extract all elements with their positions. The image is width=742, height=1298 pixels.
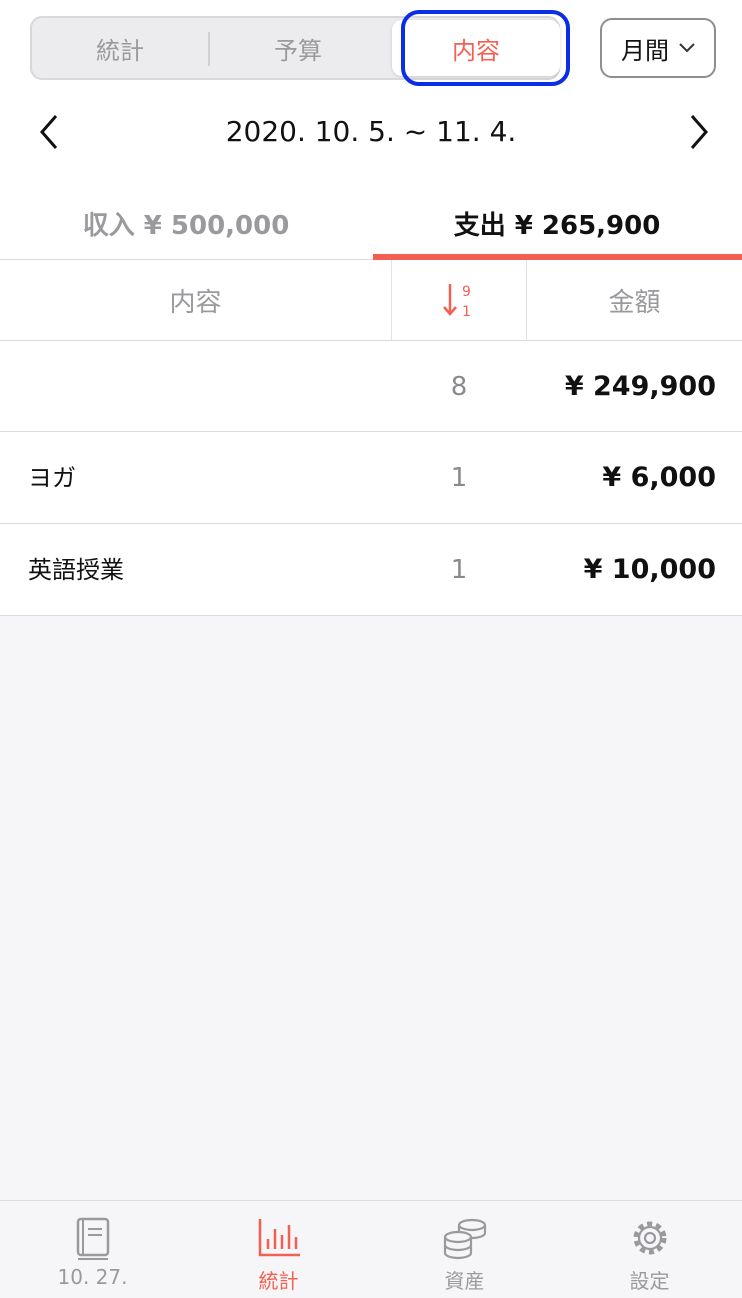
row-amount: ¥ 10,000 bbox=[583, 554, 716, 585]
row-name: 英語授業 bbox=[28, 556, 124, 584]
svg-text:9: 9 bbox=[462, 284, 471, 300]
row-count: 1 bbox=[450, 555, 468, 585]
tabbar-item-daily[interactable]: 10. 27. bbox=[0, 1201, 185, 1298]
tabbar-item-settings[interactable]: 設定 bbox=[557, 1201, 742, 1298]
tabbar-label: 統計 bbox=[258, 1269, 299, 1293]
next-period-chevron-icon[interactable] bbox=[680, 112, 720, 152]
segment-budget[interactable]: 予算 bbox=[208, 18, 388, 78]
column-header-amount: 金額 bbox=[608, 287, 661, 318]
tabbar-item-assets[interactable]: 資産 bbox=[372, 1201, 557, 1298]
row-divider bbox=[0, 615, 742, 616]
table-row[interactable]: 英語授業 1 ¥ 10,000 bbox=[0, 524, 742, 616]
tab-expense[interactable]: 支出 ¥ 265,900 bbox=[372, 186, 742, 260]
segment-stats[interactable]: 統計 bbox=[32, 18, 208, 78]
date-range-label: 2020. 10. 5. ~ 11. 4. bbox=[225, 115, 517, 148]
svg-text:1: 1 bbox=[462, 304, 471, 320]
bar-chart-icon bbox=[258, 1219, 300, 1257]
tabbar-item-stats[interactable]: 統計 bbox=[186, 1201, 371, 1298]
tab-income[interactable]: 収入 ¥ 500,000 bbox=[0, 186, 372, 260]
column-header-content: 内容 bbox=[169, 287, 222, 318]
row-amount: ¥ 249,900 bbox=[564, 371, 716, 402]
tabbar-label: 設定 bbox=[629, 1269, 670, 1293]
gear-icon bbox=[633, 1221, 667, 1255]
tabbar-label: 10. 27. bbox=[57, 1265, 128, 1289]
table-row[interactable]: 8 ¥ 249,900 bbox=[0, 341, 742, 433]
row-count: 1 bbox=[450, 463, 468, 493]
table-row[interactable]: ヨガ 1 ¥ 6,000 bbox=[0, 432, 742, 524]
view-segmented-control: 統計 予算 内容 bbox=[30, 16, 560, 80]
row-count: 8 bbox=[450, 372, 468, 402]
period-dropdown[interactable]: 月間 bbox=[600, 18, 716, 78]
content-panel: 統計 予算 内容 月間 2020. 10. 5. ~ 11. 4. 収入 ¥ 5… bbox=[0, 0, 742, 616]
period-dropdown-label: 月間 bbox=[621, 36, 669, 65]
row-name: ヨガ bbox=[28, 464, 76, 492]
sort-count-button[interactable]: 9 1 bbox=[391, 260, 527, 340]
row-amount: ¥ 6,000 bbox=[602, 462, 716, 493]
book-icon bbox=[76, 1217, 110, 1260]
sort-descending-icon: 9 1 bbox=[443, 284, 471, 320]
previous-period-chevron-icon[interactable] bbox=[30, 112, 70, 152]
chevron-down-icon bbox=[679, 43, 695, 53]
coins-icon bbox=[443, 1218, 487, 1260]
bottom-tab-bar: 10. 27. 統計 資産 設定 bbox=[0, 1200, 742, 1298]
tabbar-label: 資産 bbox=[444, 1269, 485, 1293]
segment-content[interactable]: 内容 bbox=[392, 20, 560, 76]
